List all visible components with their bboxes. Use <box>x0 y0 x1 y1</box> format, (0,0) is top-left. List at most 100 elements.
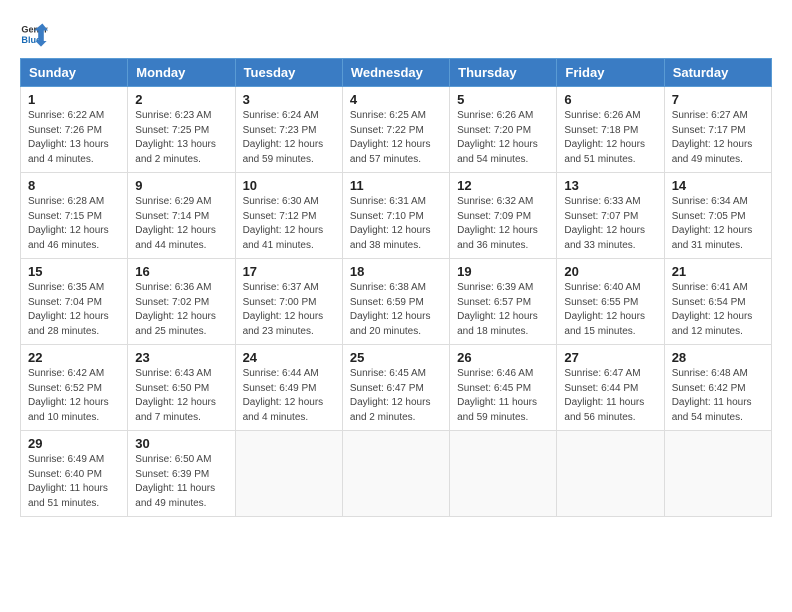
weekday-header-sunday: Sunday <box>21 59 128 87</box>
calendar-week-row: 15 Sunrise: 6:35 AM Sunset: 7:04 PM Dayli… <box>21 259 772 345</box>
calendar-day-cell: 20Sunrise: 6:40 AM Sunset: 6:55 PM Dayli… <box>557 259 664 345</box>
day-info: Sunrise: 6:47 AM Sunset: 6:44 PM Dayligh… <box>564 367 656 425</box>
day-info: Sunrise: 6:34 AM Sunset: 7:05 PM Dayligh… <box>672 195 764 253</box>
calendar-week-row: 22 Sunrise: 6:42 AM Sunset: 6:52 PM Dayli… <box>21 345 772 431</box>
day-number: 16 <box>135 264 227 279</box>
day-number: 9 <box>135 178 227 193</box>
calendar-day-cell: 2Sunrise: 6:23 AM Sunset: 7:25 PM Daylig… <box>128 87 235 173</box>
day-info: Sunrise: 6:46 AM Sunset: 6:45 PM Dayligh… <box>457 367 549 425</box>
day-info: Sunrise: 6:41 AM Sunset: 6:54 PM Dayligh… <box>672 281 764 339</box>
calendar-day-cell: 8 Sunrise: 6:28 AM Sunset: 7:15 PM Daylig… <box>21 173 128 259</box>
calendar-day-cell: 29Sunrise: 6:49 AM Sunset: 6:40 PM Dayli… <box>21 431 128 517</box>
day-info: Sunrise: 6:44 AM Sunset: 6:49 PM Dayligh… <box>243 367 335 425</box>
day-number: 25 <box>350 350 442 365</box>
day-number: 17 <box>243 264 335 279</box>
day-info: Sunrise: 6:43 AM Sunset: 6:50 PM Dayligh… <box>135 367 227 425</box>
day-info: Sunrise: 6:28 AM Sunset: 7:15 PM Dayligh… <box>28 195 120 253</box>
day-number: 19 <box>457 264 549 279</box>
calendar-day-cell: 1Sunrise: 6:22 AM Sunset: 7:26 PM Daylig… <box>21 87 128 173</box>
empty-cell <box>557 431 664 517</box>
day-number: 14 <box>672 178 764 193</box>
day-info: Sunrise: 6:35 AM Sunset: 7:04 PM Dayligh… <box>28 281 120 339</box>
calendar-table: SundayMondayTuesdayWednesdayThursdayFrid… <box>20 58 772 517</box>
calendar-day-cell: 23 Sunrise: 6:43 AM Sunset: 6:50 PM Dayli… <box>128 345 235 431</box>
calendar-week-row: 8 Sunrise: 6:28 AM Sunset: 7:15 PM Daylig… <box>21 173 772 259</box>
calendar-day-cell: 21 Sunrise: 6:41 AM Sunset: 6:54 PM Dayli… <box>664 259 771 345</box>
day-number: 10 <box>243 178 335 193</box>
day-number: 12 <box>457 178 549 193</box>
calendar-day-cell: 28Sunrise: 6:48 AM Sunset: 6:42 PM Dayli… <box>664 345 771 431</box>
calendar-day-cell: 7 Sunrise: 6:27 AM Sunset: 7:17 PM Daylig… <box>664 87 771 173</box>
day-info: Sunrise: 6:26 AM Sunset: 7:20 PM Dayligh… <box>457 109 549 167</box>
day-info: Sunrise: 6:36 AM Sunset: 7:02 PM Dayligh… <box>135 281 227 339</box>
calendar-week-row: 1Sunrise: 6:22 AM Sunset: 7:26 PM Daylig… <box>21 87 772 173</box>
calendar-day-cell: 14 Sunrise: 6:34 AM Sunset: 7:05 PM Dayli… <box>664 173 771 259</box>
calendar-day-cell: 4 Sunrise: 6:25 AM Sunset: 7:22 PM Daylig… <box>342 87 449 173</box>
day-number: 23 <box>135 350 227 365</box>
calendar-day-cell: 25 Sunrise: 6:45 AM Sunset: 6:47 PM Dayli… <box>342 345 449 431</box>
day-info: Sunrise: 6:40 AM Sunset: 6:55 PM Dayligh… <box>564 281 656 339</box>
day-number: 18 <box>350 264 442 279</box>
calendar-day-cell: 9 Sunrise: 6:29 AM Sunset: 7:14 PM Daylig… <box>128 173 235 259</box>
calendar-day-cell: 6 Sunrise: 6:26 AM Sunset: 7:18 PM Daylig… <box>557 87 664 173</box>
day-number: 6 <box>564 92 656 107</box>
day-number: 29 <box>28 436 120 451</box>
day-number: 7 <box>672 92 764 107</box>
day-number: 4 <box>350 92 442 107</box>
calendar-day-cell: 27 Sunrise: 6:47 AM Sunset: 6:44 PM Dayli… <box>557 345 664 431</box>
day-info: Sunrise: 6:31 AM Sunset: 7:10 PM Dayligh… <box>350 195 442 253</box>
day-info: Sunrise: 6:25 AM Sunset: 7:22 PM Dayligh… <box>350 109 442 167</box>
day-info: Sunrise: 6:50 AM Sunset: 6:39 PM Dayligh… <box>135 453 227 511</box>
calendar-day-cell: 16 Sunrise: 6:36 AM Sunset: 7:02 PM Dayli… <box>128 259 235 345</box>
calendar-day-cell: 13Sunrise: 6:33 AM Sunset: 7:07 PM Dayli… <box>557 173 664 259</box>
day-info: Sunrise: 6:26 AM Sunset: 7:18 PM Dayligh… <box>564 109 656 167</box>
calendar-day-cell: 18 Sunrise: 6:38 AM Sunset: 6:59 PM Dayli… <box>342 259 449 345</box>
day-number: 2 <box>135 92 227 107</box>
empty-cell <box>664 431 771 517</box>
logo-icon: General Blue <box>20 20 48 48</box>
calendar-week-row: 29Sunrise: 6:49 AM Sunset: 6:40 PM Dayli… <box>21 431 772 517</box>
day-info: Sunrise: 6:22 AM Sunset: 7:26 PM Dayligh… <box>28 109 120 167</box>
calendar-day-cell: 5 Sunrise: 6:26 AM Sunset: 7:20 PM Daylig… <box>450 87 557 173</box>
day-info: Sunrise: 6:48 AM Sunset: 6:42 PM Dayligh… <box>672 367 764 425</box>
day-number: 27 <box>564 350 656 365</box>
day-info: Sunrise: 6:30 AM Sunset: 7:12 PM Dayligh… <box>243 195 335 253</box>
calendar-day-cell: 19 Sunrise: 6:39 AM Sunset: 6:57 PM Dayli… <box>450 259 557 345</box>
calendar-day-cell: 15 Sunrise: 6:35 AM Sunset: 7:04 PM Dayli… <box>21 259 128 345</box>
weekday-header-saturday: Saturday <box>664 59 771 87</box>
day-info: Sunrise: 6:29 AM Sunset: 7:14 PM Dayligh… <box>135 195 227 253</box>
weekday-header-monday: Monday <box>128 59 235 87</box>
weekday-header-tuesday: Tuesday <box>235 59 342 87</box>
weekday-header-row: SundayMondayTuesdayWednesdayThursdayFrid… <box>21 59 772 87</box>
calendar-day-cell: 12Sunrise: 6:32 AM Sunset: 7:09 PM Dayli… <box>450 173 557 259</box>
calendar-day-cell: 22 Sunrise: 6:42 AM Sunset: 6:52 PM Dayli… <box>21 345 128 431</box>
weekday-header-wednesday: Wednesday <box>342 59 449 87</box>
day-number: 21 <box>672 264 764 279</box>
day-number: 8 <box>28 178 120 193</box>
day-number: 5 <box>457 92 549 107</box>
weekday-header-thursday: Thursday <box>450 59 557 87</box>
day-number: 13 <box>564 178 656 193</box>
day-number: 24 <box>243 350 335 365</box>
day-info: Sunrise: 6:45 AM Sunset: 6:47 PM Dayligh… <box>350 367 442 425</box>
day-info: Sunrise: 6:42 AM Sunset: 6:52 PM Dayligh… <box>28 367 120 425</box>
day-number: 30 <box>135 436 227 451</box>
calendar-day-cell: 17 Sunrise: 6:37 AM Sunset: 7:00 PM Dayli… <box>235 259 342 345</box>
day-info: Sunrise: 6:37 AM Sunset: 7:00 PM Dayligh… <box>243 281 335 339</box>
day-number: 22 <box>28 350 120 365</box>
calendar-day-cell: 10 Sunrise: 6:30 AM Sunset: 7:12 PM Dayli… <box>235 173 342 259</box>
calendar-day-cell: 11Sunrise: 6:31 AM Sunset: 7:10 PM Dayli… <box>342 173 449 259</box>
page-header: General Blue <box>20 20 772 48</box>
day-info: Sunrise: 6:38 AM Sunset: 6:59 PM Dayligh… <box>350 281 442 339</box>
empty-cell <box>450 431 557 517</box>
weekday-header-friday: Friday <box>557 59 664 87</box>
day-number: 15 <box>28 264 120 279</box>
day-number: 26 <box>457 350 549 365</box>
day-info: Sunrise: 6:39 AM Sunset: 6:57 PM Dayligh… <box>457 281 549 339</box>
calendar-day-cell: 3Sunrise: 6:24 AM Sunset: 7:23 PM Daylig… <box>235 87 342 173</box>
empty-cell <box>342 431 449 517</box>
day-info: Sunrise: 6:27 AM Sunset: 7:17 PM Dayligh… <box>672 109 764 167</box>
calendar-day-cell: 26 Sunrise: 6:46 AM Sunset: 6:45 PM Dayli… <box>450 345 557 431</box>
calendar-day-cell: 30 Sunrise: 6:50 AM Sunset: 6:39 PM Dayli… <box>128 431 235 517</box>
logo: General Blue <box>20 20 48 48</box>
